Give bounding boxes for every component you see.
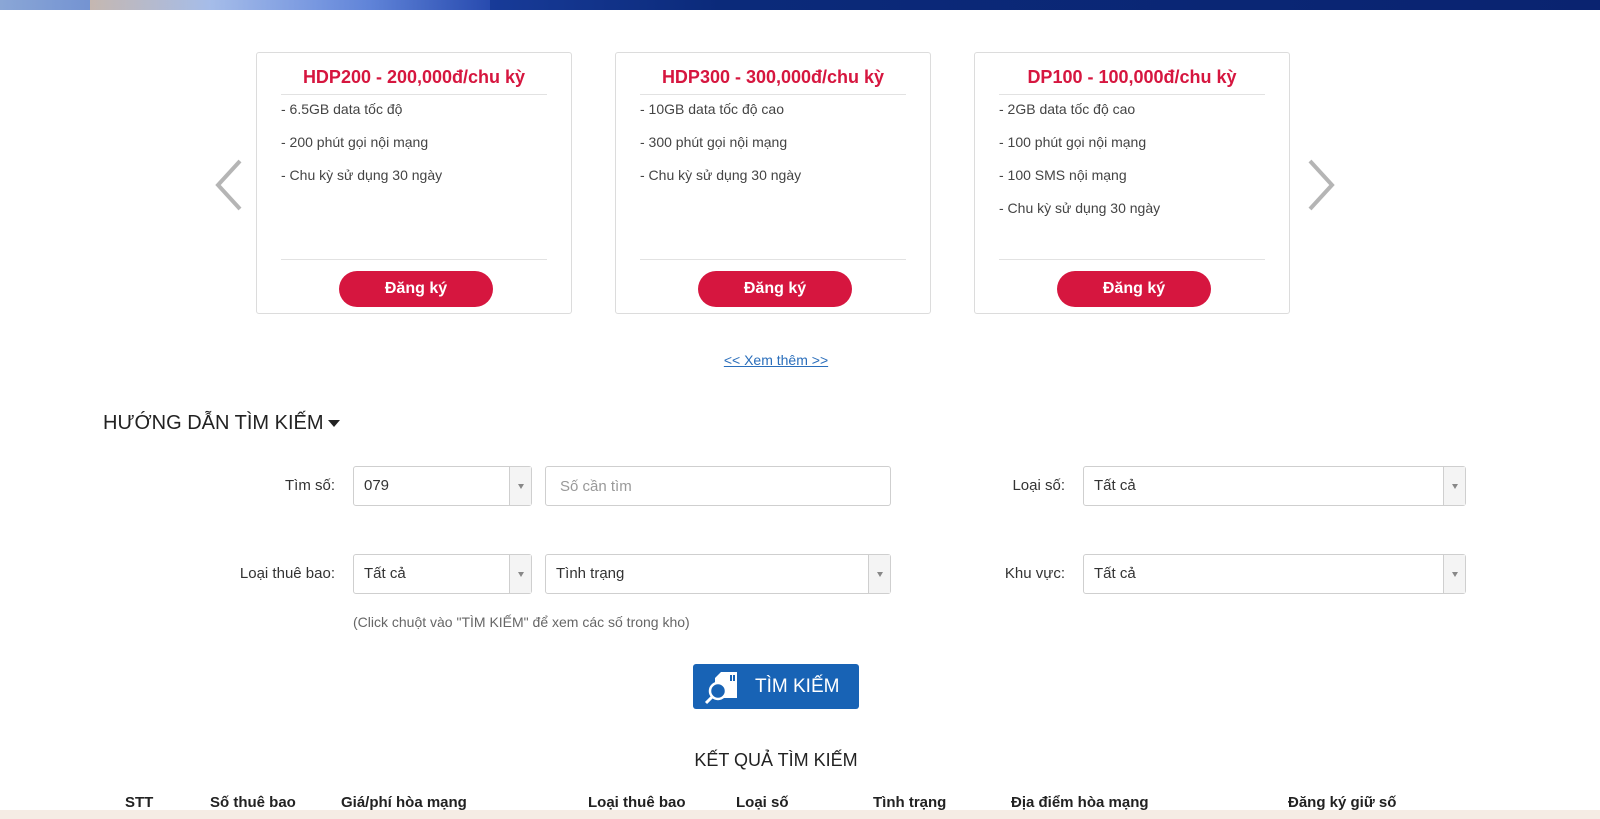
carousel-next-button[interactable] [1300, 155, 1340, 215]
status-select[interactable]: Tình trạng [545, 554, 891, 594]
package-feature: - 100 SMS nội mạng [999, 167, 1127, 183]
package-card: HDP200 - 200,000đ/chu kỳ - 6.5GB data tố… [256, 52, 572, 314]
status-select-value: Tình trạng [556, 565, 625, 582]
column-header: Địa điểm hòa mạng [1011, 794, 1149, 811]
number-search-input[interactable] [545, 466, 891, 506]
column-header: Số thuê bao [210, 794, 296, 811]
region-select[interactable]: Tất cả [1083, 554, 1466, 594]
package-title: HDP300 - 300,000đ/chu kỳ [640, 65, 906, 95]
number-type-label: Loại số: [1012, 477, 1065, 494]
column-header: Giá/phí hòa mạng [341, 794, 467, 811]
prefix-select-value: 079 [364, 477, 390, 494]
package-feature: - 10GB data tốc độ cao [640, 101, 784, 117]
bottom-overlay-bar [0, 810, 1600, 819]
register-button[interactable]: Đăng ký [339, 271, 493, 307]
dropdown-arrow-icon [1443, 467, 1465, 505]
dropdown-arrow-icon [1443, 555, 1465, 593]
column-header: Loại thuê bao [588, 794, 686, 811]
column-header: Đăng ký giữ số [1288, 794, 1397, 811]
package-features: - 2GB data tốc độ cao - 100 phút gọi nội… [999, 99, 1160, 231]
column-header: Loại số [736, 794, 789, 811]
subscriber-type-value: Tất cả [364, 565, 406, 582]
number-label: Tìm số: [284, 477, 335, 494]
package-feature: - 200 phút gọi nội mạng [281, 134, 429, 150]
results-title: KẾT QUẢ TÌM KIẾM [694, 750, 858, 770]
subscriber-type-label: Loại thuê bao: [239, 565, 335, 582]
see-more-link[interactable]: << Xem thêm >> [0, 352, 1552, 368]
sim-search-icon [704, 672, 737, 705]
banner-image-fragment [90, 0, 490, 10]
package-feature: - Chu kỳ sử dụng 30 ngày [640, 167, 802, 183]
dropdown-arrow-icon [509, 555, 531, 593]
prefix-select[interactable]: 079 [353, 466, 532, 506]
region-value: Tất cả [1094, 565, 1136, 582]
caret-down-icon [327, 420, 340, 428]
column-header: STT [125, 794, 154, 811]
divider [640, 259, 906, 260]
package-feature: - 100 phút gọi nội mạng [999, 134, 1147, 150]
register-button[interactable]: Đăng ký [698, 271, 852, 307]
number-type-select[interactable]: Tất cả [1083, 466, 1466, 506]
number-type-value: Tất cả [1094, 477, 1136, 494]
search-button-label: TÌM KIẾM [755, 676, 840, 697]
top-banner-strip [0, 0, 1600, 10]
package-feature: - 300 phút gọi nội mạng [640, 134, 788, 150]
carousel-prev-button[interactable] [212, 155, 252, 215]
dropdown-arrow-icon [868, 555, 890, 593]
register-button[interactable]: Đăng ký [1057, 271, 1211, 307]
package-feature: - Chu kỳ sử dụng 30 ngày [281, 167, 443, 183]
package-card: DP100 - 100,000đ/chu kỳ - 2GB data tốc đ… [974, 52, 1290, 314]
package-title: DP100 - 100,000đ/chu kỳ [999, 65, 1265, 95]
chevron-right-icon [1308, 159, 1335, 211]
search-button[interactable]: TÌM KIẾM [693, 664, 859, 709]
package-feature: - 2GB data tốc độ cao [999, 101, 1136, 117]
package-title: HDP200 - 200,000đ/chu kỳ [281, 65, 547, 95]
package-feature: - Chu kỳ sử dụng 30 ngày [999, 200, 1161, 216]
search-hint: (Click chuột vào "TÌM KIẾM" để xem các s… [353, 614, 690, 630]
divider [999, 259, 1265, 260]
column-header: Tình trạng [873, 794, 947, 811]
dropdown-arrow-icon [509, 467, 531, 505]
package-card: HDP300 - 300,000đ/chu kỳ - 10GB data tốc… [615, 52, 931, 314]
section-title-text: HƯỚNG DẪN TÌM KIẾM [103, 412, 324, 434]
region-label: Khu vực: [1004, 565, 1065, 582]
package-features: - 6.5GB data tốc độ - 200 phút gọi nội m… [281, 99, 442, 198]
divider [281, 259, 547, 260]
package-feature: - 6.5GB data tốc độ [281, 101, 403, 117]
package-features: - 10GB data tốc độ cao - 300 phút gọi nộ… [640, 99, 801, 198]
subscriber-type-select[interactable]: Tất cả [353, 554, 532, 594]
search-guide-toggle[interactable]: HƯỚNG DẪN TÌM KIẾM [103, 412, 340, 435]
chevron-left-icon [215, 159, 242, 211]
